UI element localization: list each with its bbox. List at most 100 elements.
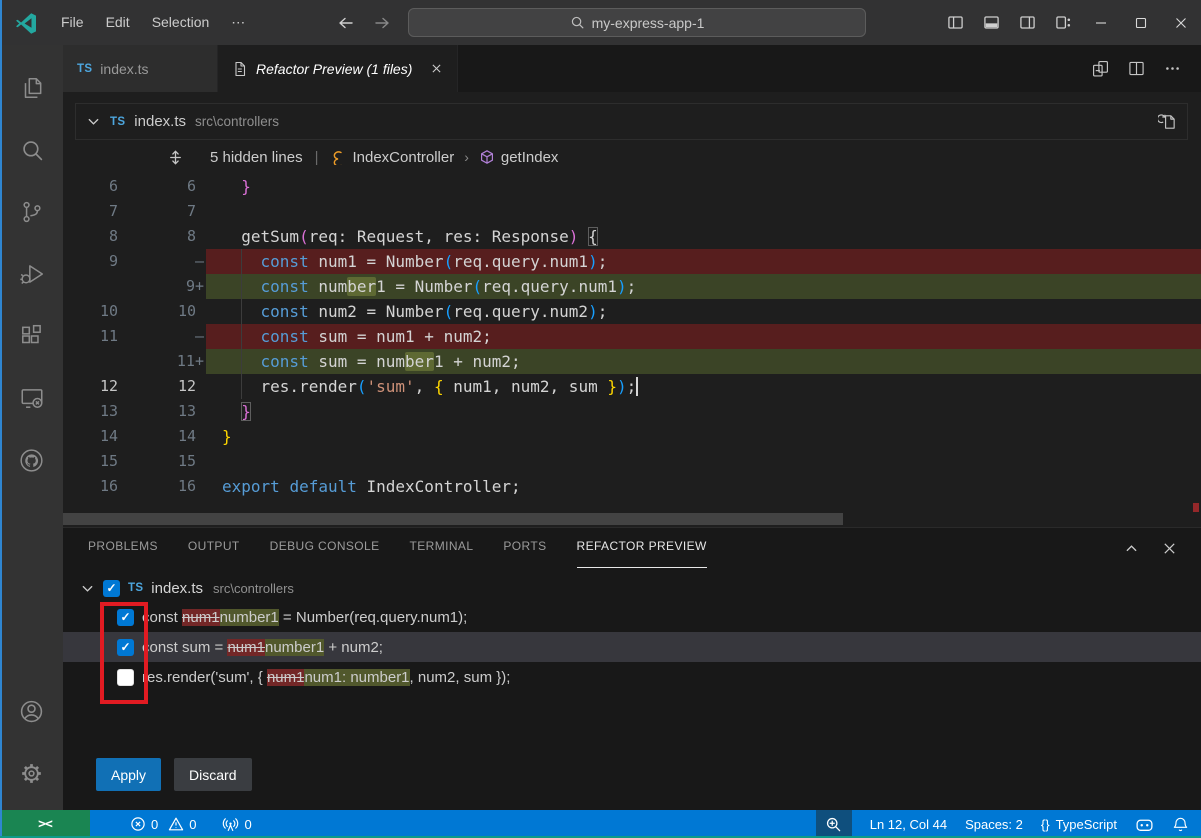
diff-add-segment: num1: number1 (304, 669, 409, 686)
code-line-8[interactable]: 88 getSum(req: Request, res: Response) { (63, 224, 1201, 249)
ports-status[interactable]: 0 (222, 816, 251, 833)
maximize-icon[interactable] (1121, 0, 1161, 45)
breadcrumb-method[interactable]: getIndex (501, 149, 559, 166)
close-tab-icon[interactable] (430, 62, 443, 75)
unfold-icon[interactable] (167, 149, 184, 166)
forward-icon[interactable] (368, 9, 396, 37)
code-line-10[interactable]: 1010 const num2 = Number(req.query.num2)… (63, 299, 1201, 324)
code-line-7[interactable]: 77 (63, 199, 1201, 224)
change-checkbox[interactable] (117, 609, 134, 626)
code-token: const (261, 252, 309, 271)
zoom-indicator[interactable] (816, 810, 852, 838)
code-line-12[interactable]: 1212 res.render('sum', { num1, num2, sum… (63, 374, 1201, 399)
code-line-16[interactable]: 1616export default IndexController; (63, 474, 1201, 499)
code-token (222, 177, 241, 196)
panel-tab-refactor-preview[interactable]: REFACTOR PREVIEW (577, 528, 707, 568)
code-line-15[interactable]: 1515 (63, 449, 1201, 474)
split-editor-icon[interactable] (1123, 56, 1149, 82)
toggle-primary-sidebar-icon[interactable] (937, 0, 973, 45)
language-mode[interactable]: {} TypeScript (1041, 817, 1117, 832)
problems-status[interactable]: 0 0 (130, 816, 196, 832)
code-token (222, 227, 241, 246)
open-changes-icon[interactable] (1087, 56, 1113, 82)
tab-refactor-preview[interactable]: Refactor Preview (1 files) (218, 45, 458, 92)
code-area[interactable]: 66 }7788 getSum(req: Request, res: Respo… (63, 174, 1201, 499)
indentation[interactable]: Spaces: 2 (965, 817, 1023, 832)
apply-button[interactable]: Apply (96, 758, 161, 791)
menu-selection[interactable]: Selection (141, 14, 221, 30)
change-checkbox[interactable] (117, 639, 134, 656)
refactor-change-row[interactable]: res.render('sum', { num1num1: number1, n… (63, 662, 1201, 692)
gutter-original-line-number: 10 (63, 299, 130, 324)
menu-[interactable]: ⋯ (220, 14, 256, 30)
toggle-secondary-sidebar-icon[interactable] (1009, 0, 1045, 45)
code-line-text: res.render('sum', { num1, num2, sum }); (206, 374, 1201, 399)
chevron-down-icon[interactable] (86, 114, 101, 129)
discard-button[interactable]: Discard (174, 758, 251, 791)
maximize-panel-icon[interactable] (1119, 536, 1143, 560)
code-line-9[interactable]: 9— const num1 = Number(req.query.num1); (63, 249, 1201, 274)
refactor-change-row[interactable]: const num1number1 = Number(req.query.num… (63, 602, 1201, 632)
accounts-icon[interactable] (0, 680, 63, 742)
code-line-13[interactable]: 1313 } (63, 399, 1201, 424)
refactor-change-row[interactable]: const sum = num1number1 + num2; (63, 632, 1201, 662)
code-token: const (261, 302, 309, 321)
panel-tab-debug-console[interactable]: DEBUG CONSOLE (270, 528, 380, 568)
gutter-original-line-number: 9 (63, 249, 130, 274)
notifications-bell-icon[interactable] (1172, 816, 1189, 833)
vscode-window: FileEditSelection⋯ my-express-app-1 (0, 0, 1201, 838)
code-line-14[interactable]: 1414} (63, 424, 1201, 449)
code-line-text: const sum = number1 + num2; (206, 349, 1201, 374)
code-token: ; (598, 252, 608, 271)
chevron-down-icon[interactable] (80, 581, 95, 596)
source-control-icon[interactable] (0, 181, 63, 243)
code-token: ) (588, 252, 598, 271)
minimize-icon[interactable] (1081, 0, 1121, 45)
text-cursor (636, 377, 638, 396)
run-debug-icon[interactable] (0, 243, 63, 305)
diff-file-header[interactable]: TS index.ts src\controllers (75, 103, 1188, 140)
code-line-9+[interactable]: 9+ const number1 = Number(req.query.num1… (63, 274, 1201, 299)
change-text: const num1number1 = Number(req.query.num… (142, 609, 467, 626)
explorer-icon[interactable] (0, 57, 63, 119)
github-icon[interactable] (0, 429, 63, 491)
code-line-6[interactable]: 66 } (63, 174, 1201, 199)
toggle-panel-icon[interactable] (973, 0, 1009, 45)
tab-index-ts[interactable]: TS index.ts (63, 45, 218, 92)
settings-gear-icon[interactable] (0, 742, 63, 804)
gutter-modified-line-number: 11+ (130, 349, 206, 374)
code-line-11+[interactable]: 11+ const sum = number1 + num2; (63, 349, 1201, 374)
close-panel-icon[interactable] (1157, 536, 1181, 560)
remote-indicator[interactable]: >< (0, 810, 90, 838)
gutter-modified-line-number: — (130, 249, 206, 274)
command-center-search[interactable]: my-express-app-1 (408, 8, 866, 37)
search-view-icon[interactable] (0, 119, 63, 181)
hidden-lines-bar: 5 hidden lines | IndexController › getIn… (75, 140, 1188, 174)
panel-tab-problems[interactable]: PROBLEMS (88, 528, 158, 568)
customize-layout-icon[interactable] (1045, 0, 1081, 45)
code-line-11[interactable]: 11— const sum = num1 + num2; (63, 324, 1201, 349)
menu-file[interactable]: File (50, 14, 95, 30)
change-checkbox[interactable] (117, 669, 134, 686)
file-checkbox[interactable] (103, 580, 120, 597)
breadcrumb-class[interactable]: IndexController (352, 149, 454, 166)
gutter-original-line-number: 11 (63, 324, 130, 349)
menu-edit[interactable]: Edit (95, 14, 141, 30)
extensions-icon[interactable] (0, 305, 63, 367)
scrollbar-thumb[interactable] (63, 513, 843, 525)
menubar: FileEditSelection⋯ (50, 0, 256, 45)
more-actions-icon[interactable] (1159, 56, 1185, 82)
hidden-lines-label[interactable]: 5 hidden lines (210, 149, 303, 166)
close-window-icon[interactable] (1161, 0, 1201, 45)
cursor-position[interactable]: Ln 12, Col 44 (870, 817, 947, 832)
panel-tab-ports[interactable]: PORTS (503, 528, 546, 568)
horizontal-scrollbar[interactable] (63, 512, 1201, 526)
copilot-icon[interactable] (1135, 815, 1154, 834)
back-icon[interactable] (332, 9, 360, 37)
refactor-file-node[interactable]: TS index.ts src\controllers (63, 574, 1201, 602)
open-file-icon[interactable] (1158, 112, 1177, 131)
panel-tab-terminal[interactable]: TERMINAL (410, 528, 474, 568)
remote-explorer-icon[interactable] (0, 367, 63, 429)
panel-tabbar: PROBLEMS OUTPUT DEBUG CONSOLE TERMINAL PORTS… (63, 528, 1201, 568)
panel-tab-output[interactable]: OUTPUT (188, 528, 240, 568)
